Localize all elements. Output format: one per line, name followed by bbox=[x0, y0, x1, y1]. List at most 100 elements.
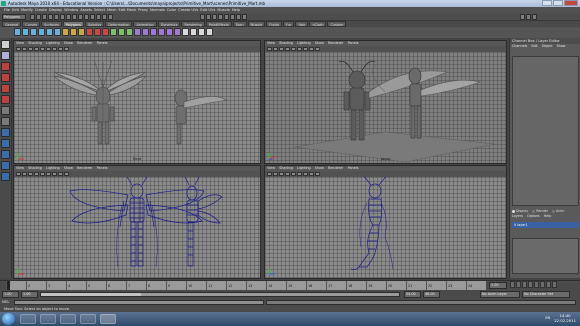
cylindrical-mapping-icon[interactable] bbox=[190, 28, 197, 36]
append-polygon-icon[interactable] bbox=[150, 28, 157, 36]
isolate-icon[interactable] bbox=[309, 172, 314, 176]
mask-icon[interactable] bbox=[236, 14, 241, 20]
language-indicator[interactable]: EN bbox=[545, 316, 550, 320]
paint-select-tool-icon[interactable] bbox=[1, 62, 10, 71]
layer-mode-render[interactable]: Render bbox=[532, 209, 548, 213]
layer-menu-help[interactable]: Help bbox=[544, 214, 552, 218]
isolate-icon[interactable] bbox=[58, 47, 63, 51]
channel-box-body[interactable] bbox=[512, 56, 579, 206]
smooth-shade-icon[interactable] bbox=[291, 172, 296, 176]
vp-menu-shading[interactable]: Shading bbox=[28, 41, 42, 45]
layer-menu-layers[interactable]: Layers bbox=[512, 214, 523, 218]
cb-menu-show[interactable]: Show bbox=[557, 44, 566, 48]
vp-menu-panels[interactable]: Panels bbox=[348, 41, 359, 45]
play-backwards-icon[interactable] bbox=[528, 281, 533, 288]
layer-row[interactable]: V layer1 bbox=[512, 222, 579, 228]
wireframe-icon[interactable] bbox=[34, 47, 39, 51]
save-scene-icon[interactable] bbox=[42, 14, 47, 20]
layer-menu-options[interactable]: Options bbox=[527, 214, 540, 218]
poly-plane-icon[interactable] bbox=[46, 28, 53, 36]
grid-toggle-icon[interactable] bbox=[28, 47, 33, 51]
playback-end-field[interactable]: 24.00 bbox=[404, 291, 421, 298]
camera-icon[interactable] bbox=[16, 172, 21, 176]
media-player-taskbar-icon[interactable] bbox=[40, 314, 56, 324]
mel-command-input[interactable] bbox=[14, 300, 264, 305]
browser-taskbar-icon[interactable] bbox=[60, 314, 76, 324]
folder-taskbar-icon[interactable] bbox=[80, 314, 96, 324]
vp-menu-lighting[interactable]: Lighting bbox=[297, 166, 311, 170]
render-settings-icon[interactable] bbox=[102, 14, 107, 20]
go-to-start-icon[interactable] bbox=[510, 281, 515, 288]
grid-toggle-icon[interactable] bbox=[279, 47, 284, 51]
camera-icon[interactable] bbox=[267, 47, 272, 51]
start-button[interactable] bbox=[2, 313, 15, 325]
cb-menu-channels[interactable]: Channels bbox=[512, 44, 527, 48]
xray-icon[interactable] bbox=[64, 172, 69, 176]
vp-menu-view[interactable]: View bbox=[267, 41, 275, 45]
rotate-tool-icon[interactable] bbox=[1, 84, 10, 93]
animation-end-field[interactable]: 48.00 bbox=[423, 291, 440, 298]
vp-menu-show[interactable]: Show bbox=[64, 41, 73, 45]
vp-menu-panels[interactable]: Panels bbox=[97, 166, 108, 170]
wireframe-icon[interactable] bbox=[34, 172, 39, 176]
range-slider[interactable] bbox=[40, 292, 400, 297]
poly-torus-icon[interactable] bbox=[54, 28, 61, 36]
extract-icon[interactable] bbox=[78, 28, 85, 36]
insert-edge-loop-icon[interactable] bbox=[166, 28, 173, 36]
separate-icon[interactable] bbox=[70, 28, 77, 36]
hypershade-layout-icon[interactable] bbox=[1, 172, 10, 181]
show-tool-settings-icon[interactable] bbox=[526, 14, 531, 20]
open-scene-icon[interactable] bbox=[36, 14, 41, 20]
layer-list[interactable] bbox=[512, 238, 579, 274]
show-channel-box-icon[interactable] bbox=[532, 14, 537, 20]
hypershade-icon[interactable] bbox=[108, 14, 113, 20]
camera-icon[interactable] bbox=[22, 47, 27, 51]
lights-icon[interactable] bbox=[303, 47, 308, 51]
step-forward-frame-icon[interactable] bbox=[540, 281, 545, 288]
boolean-union-icon[interactable] bbox=[86, 28, 93, 36]
xray-icon[interactable] bbox=[64, 47, 69, 51]
viewport-canvas[interactable] bbox=[265, 174, 506, 278]
textured-icon[interactable] bbox=[297, 172, 302, 176]
select-hierarchy-icon[interactable] bbox=[48, 14, 53, 20]
step-back-frame-icon[interactable] bbox=[522, 281, 527, 288]
smooth-shade-icon[interactable] bbox=[40, 47, 45, 51]
current-frame-field[interactable]: 1.00 bbox=[489, 282, 507, 289]
viewport-wireframe-side[interactable]: View Shading Lighting Show Renderer Pane… bbox=[264, 165, 507, 279]
history-icon[interactable] bbox=[84, 14, 89, 20]
xray-icon[interactable] bbox=[315, 172, 320, 176]
uv-texture-editor-icon[interactable] bbox=[206, 28, 213, 36]
vp-menu-lighting[interactable]: Lighting bbox=[297, 41, 311, 45]
boolean-difference-icon[interactable] bbox=[94, 28, 101, 36]
mask-icon[interactable] bbox=[218, 14, 223, 20]
vp-menu-shading[interactable]: Shading bbox=[279, 41, 293, 45]
lasso-tool-icon[interactable] bbox=[1, 51, 10, 60]
new-scene-icon[interactable] bbox=[30, 14, 35, 20]
menu-set-select[interactable]: Polygons bbox=[2, 14, 26, 20]
mask-icon[interactable] bbox=[224, 14, 229, 20]
vp-menu-panels[interactable]: Panels bbox=[348, 166, 359, 170]
cb-menu-edit[interactable]: Edit bbox=[531, 44, 537, 48]
manipulator-tool-icon[interactable] bbox=[1, 106, 10, 115]
vp-menu-renderer[interactable]: Renderer bbox=[328, 166, 343, 170]
mask-icon[interactable] bbox=[242, 14, 247, 20]
snap-curve-icon[interactable] bbox=[72, 14, 77, 20]
viewport-persp[interactable]: View Shading Lighting Show Renderer Pane… bbox=[264, 40, 507, 164]
lights-icon[interactable] bbox=[52, 47, 57, 51]
persp-graph-layout-icon[interactable] bbox=[1, 161, 10, 170]
wireframe-icon[interactable] bbox=[285, 47, 290, 51]
camera-icon[interactable] bbox=[273, 172, 278, 176]
last-tool-icon[interactable] bbox=[1, 117, 10, 126]
smooth-shade-icon[interactable] bbox=[40, 172, 45, 176]
animation-start-field[interactable]: 1.00 bbox=[2, 291, 19, 298]
taskbar-clock[interactable]: 14:40 22.02.2011 bbox=[554, 313, 576, 323]
poly-cone-icon[interactable] bbox=[38, 28, 45, 36]
vp-menu-renderer[interactable]: Renderer bbox=[77, 166, 92, 170]
viewport-canvas[interactable] bbox=[14, 174, 260, 278]
ipr-render-icon[interactable] bbox=[96, 14, 101, 20]
vp-menu-show[interactable]: Show bbox=[64, 166, 73, 170]
vp-menu-renderer[interactable]: Renderer bbox=[328, 41, 343, 45]
select-object-icon[interactable] bbox=[54, 14, 59, 20]
camera-icon[interactable] bbox=[22, 172, 27, 176]
wireframe-icon[interactable] bbox=[285, 172, 290, 176]
